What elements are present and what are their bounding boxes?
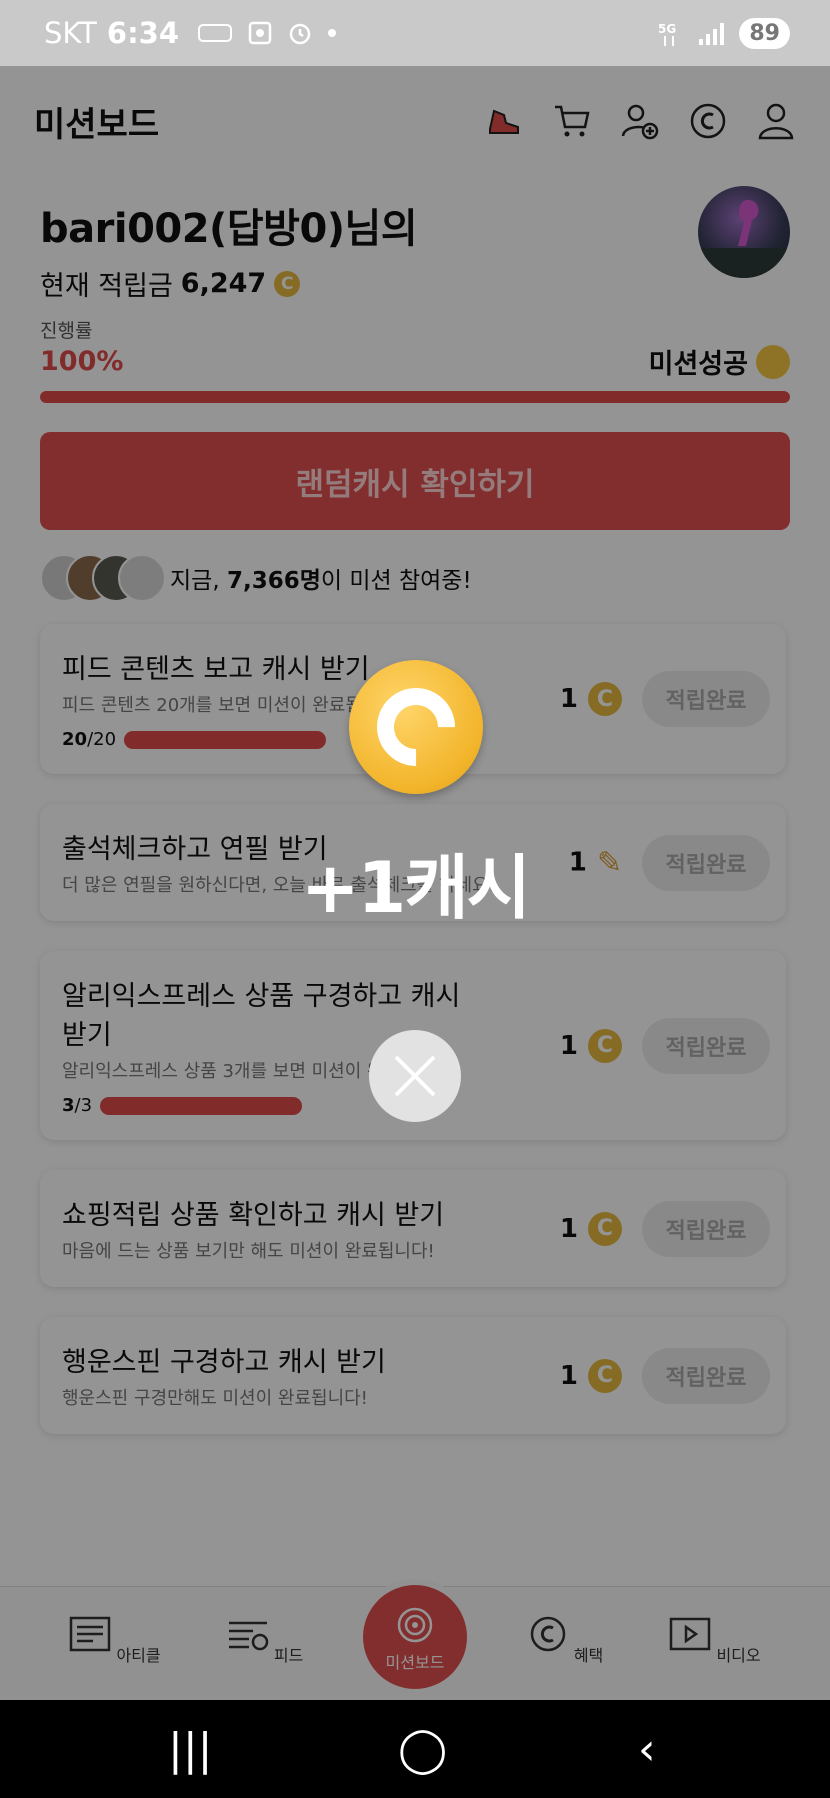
alarm-icon [289,23,311,45]
svg-text:5G: 5G [658,22,676,36]
coin-icon [349,660,483,794]
back-button[interactable]: ‹ [638,1720,656,1780]
network-5g-icon: 5G [658,22,677,46]
home-button[interactable]: ◯ [398,1720,447,1780]
cashfeed-icon [198,24,233,42]
clock: 6:34 [106,16,180,50]
reward-amount: +1캐시 [300,847,531,929]
system-nav-bar: ||| ◯ ‹ [0,1700,830,1798]
recents-button[interactable]: ||| [168,1720,212,1780]
carrier-label: SKT [44,16,97,50]
close-icon [394,1055,436,1097]
screenshot-icon [248,21,272,45]
close-button[interactable] [369,1030,461,1122]
signal-icon [699,22,725,45]
notification-dot-icon [328,29,337,37]
battery-indicator: 89 [739,18,790,49]
status-bar: SKT 6:34 5G 89 [0,0,830,66]
